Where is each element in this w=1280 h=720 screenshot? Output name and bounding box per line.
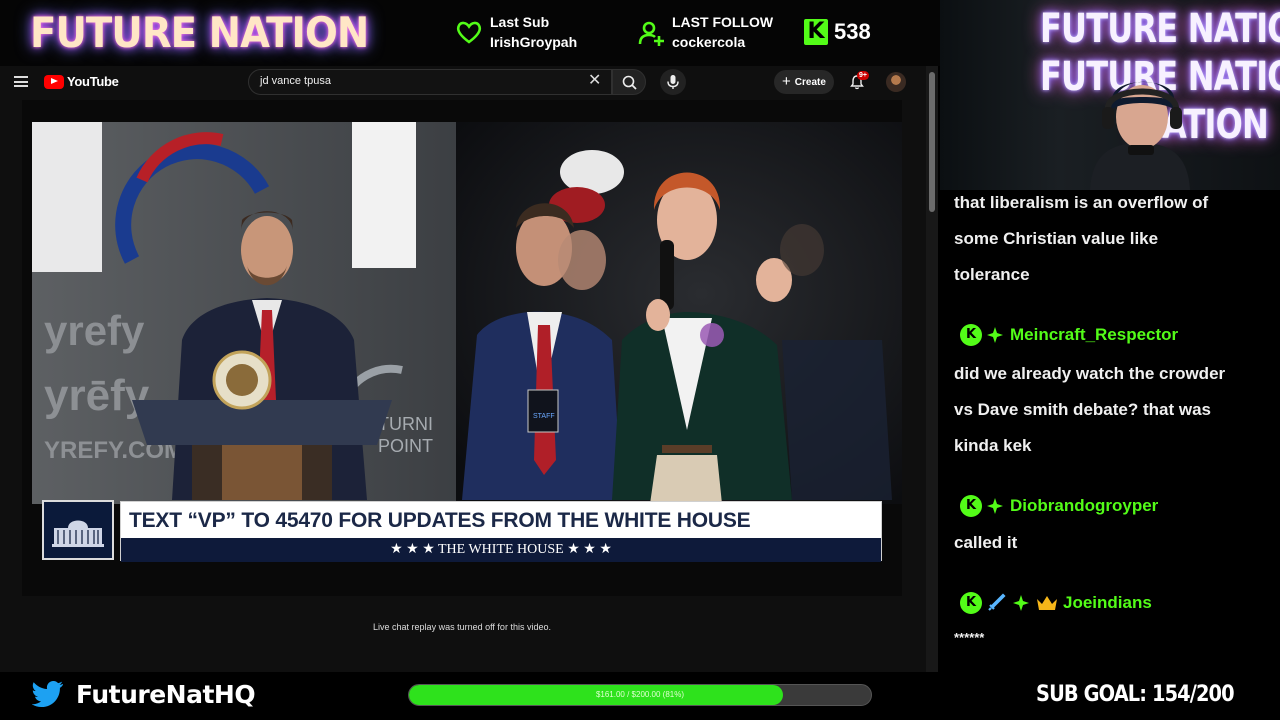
search-box[interactable]: jd vance tpusa (248, 69, 612, 95)
youtube-logo[interactable]: YouTube (44, 74, 119, 89)
chat-panel: that liberalism is an overflow of some C… (940, 190, 1280, 672)
streamer-figure (1090, 81, 1190, 190)
notification-badge: 9+ (857, 71, 869, 80)
chyron-white-house-strip: ★ ★ ★ THE WHITE HOUSE ★ ★ ★ (121, 538, 881, 562)
chyron-text: TEXT “VP” TO 45470 FOR UPDATES FROM THE … (129, 509, 751, 532)
gem-icon (1013, 595, 1029, 611)
video-player[interactable]: yrefy yrēfy YREFY.COM TURNI POINT STAFF … (22, 100, 902, 596)
staff-badge-text: STAFF (533, 413, 555, 420)
scrollbar-thumb[interactable] (929, 72, 935, 212)
twitter-bird-icon (32, 681, 63, 707)
microphone-icon (667, 75, 679, 89)
chat-message-line: vs Dave smith debate? that was (954, 400, 1211, 419)
white-house-seal-icon (42, 500, 114, 560)
chyron-banner: TEXT “VP” TO 45470 FOR UPDATES FROM THE … (120, 501, 882, 562)
last-follow-value: cockercola (672, 34, 746, 50)
chat-username-row: K Meincraft_Respector (960, 324, 1178, 346)
chat-message-line: tolerance (954, 265, 1030, 284)
last-sub-label: Last Sub (490, 14, 550, 30)
page-scrollbar[interactable] (926, 66, 938, 672)
create-label: Create (794, 77, 826, 88)
search-button[interactable] (612, 69, 646, 95)
signage-right-2: POINT (378, 436, 433, 456)
heart-icon (456, 21, 482, 44)
chat-username-row: K Joeindians (960, 592, 1152, 614)
chat-message-line: ****** (954, 630, 985, 645)
kick-follower-count: K 538 (804, 18, 871, 46)
twitter-handle: FutureNatHQ (76, 680, 256, 709)
chat-username-row: K Diobrandogroyper (960, 495, 1158, 517)
chat-username: Diobrandogroyper (1010, 496, 1159, 515)
search-icon (622, 75, 637, 90)
crown-icon (1037, 596, 1057, 610)
create-button[interactable]: + Create (774, 70, 834, 94)
avatar[interactable] (886, 72, 906, 92)
sword-icon (988, 593, 1006, 611)
voice-search-button[interactable] (660, 69, 686, 95)
sub-goal-counter: SUB GOAL: 154/200 (1036, 682, 1235, 707)
neon-sign-line-1: FUTURE NATION (1040, 6, 1280, 52)
add-user-icon (638, 21, 664, 46)
kick-icon: K (960, 495, 982, 517)
kick-count-value: 538 (834, 19, 871, 45)
chat-username: Joeindians (1063, 593, 1152, 612)
chat-message-line: kinda kek (954, 436, 1032, 455)
chat-message-line: called it (954, 533, 1018, 552)
signage-left-1: yrefy (44, 307, 145, 354)
future-nation-logo: FUTURE NATION (30, 8, 369, 57)
signage-left-2: yrēfy (44, 371, 150, 420)
hamburger-menu-icon[interactable] (14, 76, 28, 87)
chat-message-line: some Christian value like (954, 229, 1159, 248)
chat-message-line: did we already watch the crowder (954, 364, 1226, 383)
donation-goal-text: $161.00 / $200.00 (81%) (595, 690, 685, 699)
donation-goal-bar: $161.00 / $200.00 (81%) (408, 684, 872, 706)
youtube-play-icon (44, 74, 64, 89)
gem-icon (987, 327, 1003, 343)
youtube-logo-text: YouTube (67, 74, 119, 89)
last-follow-label: LAST FOLLOW (672, 14, 774, 30)
stream-top-bar: FUTURE NATION Last Sub IrishGroypah LAST… (0, 0, 940, 66)
kick-logo-icon: K (804, 19, 828, 46)
kick-icon: K (960, 592, 982, 614)
chat-message-line: that liberalism is an overflow of (954, 193, 1209, 212)
chat-username: Meincraft_Respector (1010, 325, 1179, 344)
stream-bottom-bar: FutureNatHQ $161.00 / $200.00 (81%) SUB … (0, 672, 1280, 720)
gem-icon (987, 498, 1003, 514)
youtube-window: YouTube jd vance tpusa ✕ + Create 9+ yre… (0, 66, 938, 672)
close-icon[interactable]: ✕ (588, 72, 601, 90)
plus-icon: + (782, 73, 791, 90)
white-house-icon (52, 520, 104, 547)
last-sub-value: IrishGroypah (490, 34, 578, 50)
youtube-header: YouTube jd vance tpusa ✕ + Create 9+ (0, 66, 926, 98)
live-chat-disabled-note: Live chat replay was turned off for this… (373, 622, 551, 632)
kick-icon: K (960, 324, 982, 346)
webcam-feed: FUTURE NATION FUTURE NATION NATION (940, 0, 1280, 190)
notifications-button[interactable]: 9+ (848, 71, 869, 91)
search-input[interactable]: jd vance tpusa (260, 75, 331, 87)
